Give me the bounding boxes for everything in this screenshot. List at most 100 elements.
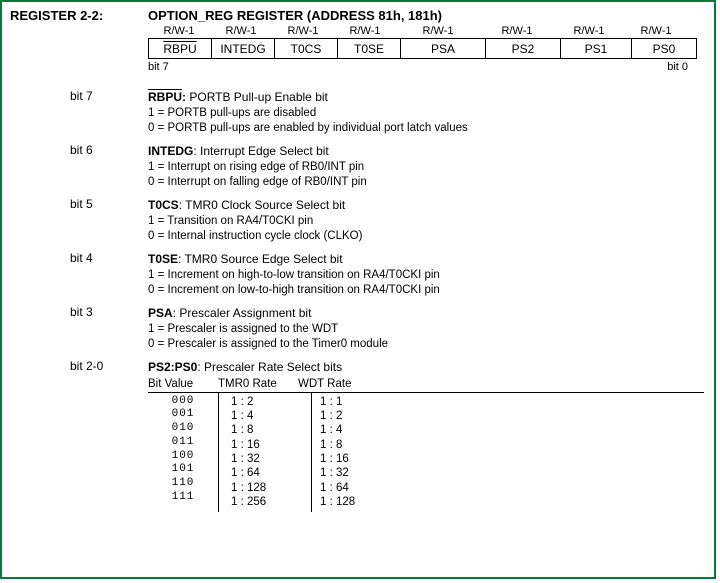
bit-name-bold: T0SE	[148, 252, 178, 266]
bit-values: 1 = Interrupt on rising edge of RB0/INT …	[148, 160, 704, 190]
bit-value-line: 1 = PORTB pull-ups are disabled	[148, 106, 704, 121]
register-diagram: R/W-1 R/W-1 R/W-1 R/W-1 R/W-1 R/W-1 R/W-…	[148, 25, 704, 73]
bit-descriptions: bit 7RBPU: PORTB Pull-up Enable bit 1 = P…	[10, 89, 704, 376]
prescaler-tmr0-rate: 1 : 32	[231, 452, 311, 466]
bit-name-bold: T0CS	[148, 198, 179, 212]
bit-name: RBPU	[163, 42, 196, 56]
rw-cell: R/W-1	[272, 25, 334, 38]
prescaler-tmr0-rate: 1 : 64	[231, 466, 311, 480]
bit-value-line: 1 = Transition on RA4/T0CKI pin	[148, 214, 704, 229]
bit-suffix: : Interrupt Edge Select bit	[193, 144, 328, 158]
prescaler-col-tmr0: 1 : 21 : 41 : 81 : 161 : 321 : 641 : 128…	[219, 393, 312, 512]
prescaler-tmr0-rate: 1 : 128	[231, 481, 311, 495]
prescaler-tmr0-rate: 1 : 8	[231, 423, 311, 437]
bit-suffix: PORTB Pull-up Enable bit	[186, 90, 328, 104]
bit-suffix: : TMR0 Source Edge Select bit	[178, 252, 343, 266]
bit-value-line: 1 = Increment on high-to-low transition …	[148, 268, 704, 283]
prescaler-tmr0-rate: 1 : 256	[231, 495, 311, 509]
prescaler-col-header: TMR0 Rate	[218, 378, 298, 390]
bit-body: PSA: Prescaler Assignment bit 1 = Prescal…	[148, 305, 704, 358]
bit-body: PS2:PS0: Prescaler Rate Select bits	[148, 359, 704, 375]
bit-name-bold: PS2:PS0	[148, 360, 197, 374]
bit-name: T0SE	[338, 39, 401, 59]
bit-suffix: : Prescaler Assignment bit	[173, 306, 312, 320]
bit-values: 1 = Transition on RA4/T0CKI pin0 = Inter…	[148, 214, 704, 244]
bit-name-bold: RBPU:	[148, 90, 186, 104]
prescaler-tmr0-rate: 1 : 4	[231, 409, 311, 423]
bit-label: bit 6	[70, 143, 148, 196]
bit-label: bit 2-0	[70, 359, 148, 375]
prescaler-col-header: WDT Rate	[298, 378, 368, 390]
bit-name-bold: PSA	[148, 306, 173, 320]
prescaler-bitvalue: 100	[148, 450, 218, 464]
bit-label: bit 7	[70, 89, 148, 142]
bit-body: T0SE: TMR0 Source Edge Select bit 1 = Inc…	[148, 251, 704, 304]
bit-label: bit 3	[70, 305, 148, 358]
bit-name: T0CS	[275, 39, 338, 59]
prescaler-bitvalue: 101	[148, 463, 218, 477]
prescaler-col-wdt: 1 : 11 : 21 : 41 : 81 : 161 : 321 : 641 …	[312, 393, 390, 512]
bit-name: INTEDG	[212, 39, 275, 59]
prescaler-col-bitvalue: 000001010011100101110111	[148, 393, 219, 512]
register-label: REGISTER 2-2:	[10, 8, 148, 23]
rw-row: R/W-1 R/W-1 R/W-1 R/W-1 R/W-1 R/W-1 R/W-…	[148, 25, 704, 38]
prescaler-wdt-rate: 1 : 128	[320, 495, 390, 509]
prescaler-wdt-rate: 1 : 32	[320, 466, 390, 480]
bit-value-line: 0 = Internal instruction cycle clock (CL…	[148, 229, 704, 244]
prescaler-wdt-rate: 1 : 16	[320, 452, 390, 466]
prescaler-bitvalue: 110	[148, 477, 218, 491]
prescaler-col-header: Bit Value	[148, 378, 218, 390]
prescaler-bitvalue: 001	[148, 408, 218, 422]
rw-cell: R/W-1	[210, 25, 272, 38]
prescaler-tmr0-rate: 1 : 2	[231, 395, 311, 409]
bit-description-row: bit 2-0PS2:PS0: Prescaler Rate Select bi…	[10, 359, 704, 375]
bit-name: PS0	[632, 39, 697, 59]
bit-suffix: : TMR0 Clock Source Select bit	[179, 198, 346, 212]
bit-description-row: bit 3PSA: Prescaler Assignment bit 1 = Pr…	[10, 305, 704, 358]
prescaler-body: 000001010011100101110111 1 : 21 : 41 : 8…	[148, 392, 704, 512]
prescaler-bitvalue: 111	[148, 491, 218, 505]
bit-name: PS2	[486, 39, 561, 59]
bit-name-bold: INTEDG	[148, 144, 193, 158]
bit-value-line: 0 = Increment on low-to-high transition …	[148, 283, 704, 298]
bit-values: 1 = Increment on high-to-low transition …	[148, 268, 704, 298]
rw-cell: R/W-1	[148, 25, 210, 38]
bit-name: PS1	[561, 39, 632, 59]
register-header: REGISTER 2-2: OPTION_REG REGISTER (ADDRE…	[10, 8, 704, 23]
bit-description-row: bit 7RBPU: PORTB Pull-up Enable bit 1 = P…	[10, 89, 704, 142]
bit-value-line: 0 = PORTB pull-ups are enabled by indivi…	[148, 121, 704, 136]
bit7-label: bit 7	[148, 61, 169, 73]
bit-description-row: bit 4T0SE: TMR0 Source Edge Select bit1 …	[10, 251, 704, 304]
bit-label: bit 5	[70, 197, 148, 250]
rw-cell: R/W-1	[334, 25, 396, 38]
prescaler-wdt-rate: 1 : 2	[320, 409, 390, 423]
register-bit-table: RBPU INTEDG T0CS T0SE PSA PS2 PS1 PS0	[148, 38, 697, 59]
bit-value-line: 1 = Prescaler is assigned to the WDT	[148, 322, 704, 337]
bit-body: RBPU: PORTB Pull-up Enable bit 1 = PORTB …	[148, 89, 704, 142]
bit0-label: bit 0	[667, 61, 688, 73]
bit-values: 1 = PORTB pull-ups are disabled0 = PORTB…	[148, 106, 704, 136]
bit-body: INTEDG: Interrupt Edge Select bit 1 = Int…	[148, 143, 704, 196]
bit-suffix: : Prescaler Rate Select bits	[197, 360, 342, 374]
rw-cell: R/W-1	[624, 25, 688, 38]
register-title: OPTION_REG REGISTER (ADDRESS 81h, 181h)	[148, 8, 442, 23]
prescaler-wdt-rate: 1 : 1	[320, 395, 390, 409]
bit-body: T0CS: TMR0 Clock Source Select bit 1 = Tr…	[148, 197, 704, 250]
datasheet-page: REGISTER 2-2: OPTION_REG REGISTER (ADDRE…	[0, 0, 716, 579]
rw-cell: R/W-1	[396, 25, 480, 38]
prescaler-table: Bit Value TMR0 Rate WDT Rate 00000101001…	[148, 378, 704, 512]
prescaler-wdt-rate: 1 : 64	[320, 481, 390, 495]
prescaler-bitvalue: 000	[148, 395, 218, 409]
rw-cell: R/W-1	[480, 25, 554, 38]
prescaler-tmr0-rate: 1 : 16	[231, 438, 311, 452]
rw-cell: R/W-1	[554, 25, 624, 38]
bit-value-line: 0 = Interrupt on falling edge of RB0/INT…	[148, 175, 704, 190]
bit-value-line: 0 = Prescaler is assigned to the Timer0 …	[148, 337, 704, 352]
bit-name: PSA	[401, 39, 486, 59]
bit-value-line: 1 = Interrupt on rising edge of RB0/INT …	[148, 160, 704, 175]
bit-description-row: bit 5T0CS: TMR0 Clock Source Select bit 1…	[10, 197, 704, 250]
prescaler-bitvalue: 011	[148, 436, 218, 450]
prescaler-wdt-rate: 1 : 4	[320, 423, 390, 437]
bit-description-row: bit 6INTEDG: Interrupt Edge Select bit 1 …	[10, 143, 704, 196]
prescaler-bitvalue: 010	[148, 422, 218, 436]
